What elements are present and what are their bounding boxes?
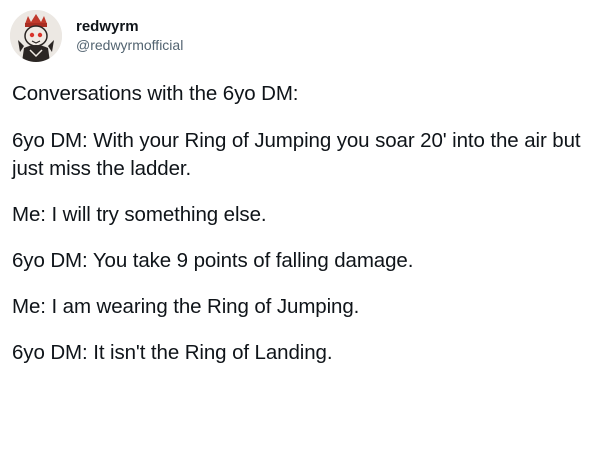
tweet-line: Me: I will try something else.: [12, 203, 267, 226]
tweet-line: Conversations with the 6yo DM:: [12, 82, 299, 105]
tweet-text: Conversations with the 6yo DM: 6yo DM: W…: [12, 80, 592, 385]
tweet-line: Me: I am wearing the Ring of Jumping.: [12, 295, 360, 318]
dragon-crown-avatar-icon: [10, 10, 62, 62]
tweet-line: 6yo DM: With your Ring of Jumping you so…: [12, 129, 581, 180]
tweet-line: 6yo DM: You take 9 points of falling dam…: [12, 249, 414, 272]
avatar[interactable]: [10, 10, 62, 62]
author-names: redwyrm @redwyrmofficial: [76, 17, 183, 55]
user-handle[interactable]: @redwyrmofficial: [76, 36, 183, 55]
tweet-header: redwyrm @redwyrmofficial: [10, 8, 183, 64]
tweet-card: redwyrm @redwyrmofficial Conversations w…: [0, 0, 600, 455]
display-name[interactable]: redwyrm: [76, 17, 183, 36]
tweet-line: 6yo DM: It isn't the Ring of Landing.: [12, 341, 333, 364]
